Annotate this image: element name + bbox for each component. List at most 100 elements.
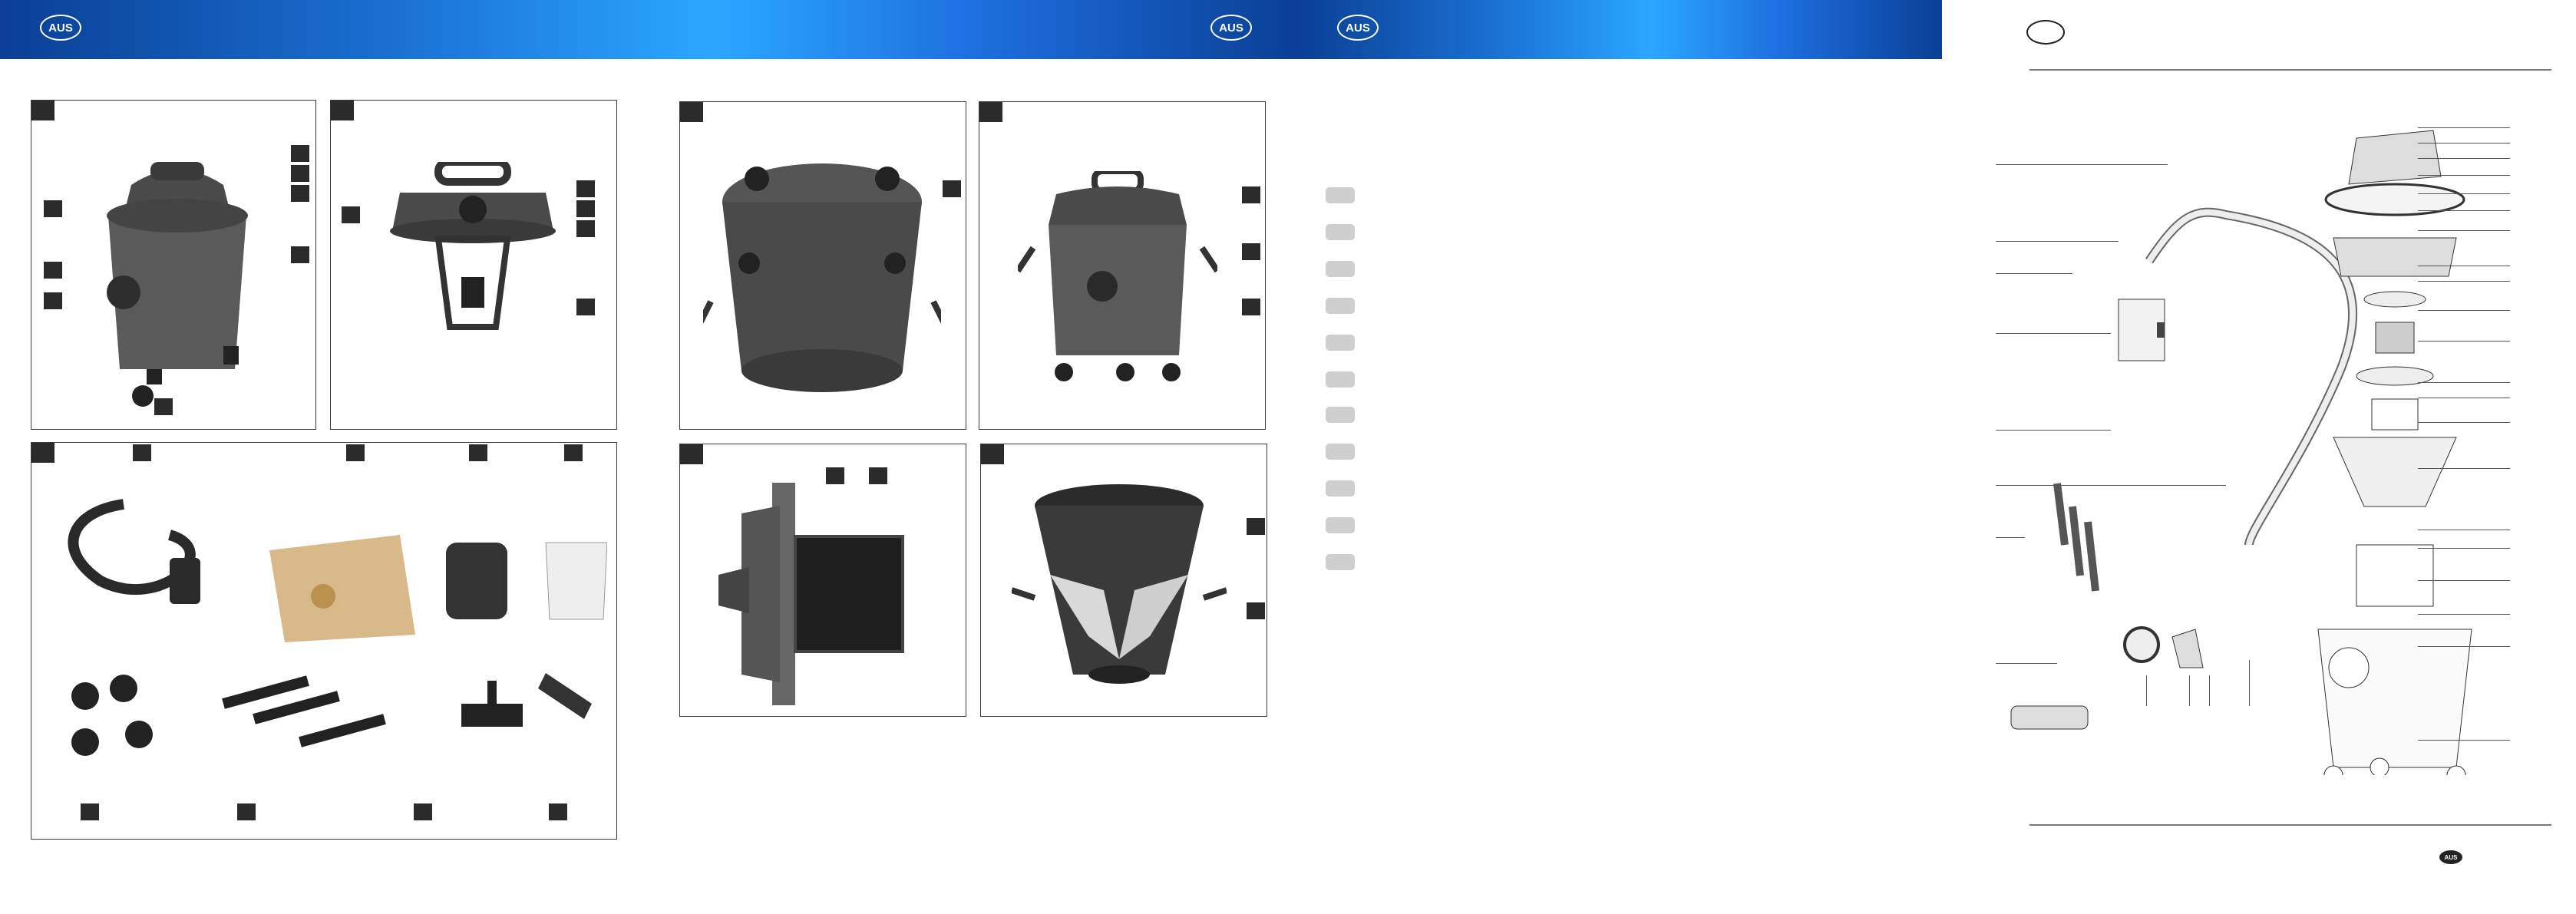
callout-marker	[943, 180, 961, 197]
leader-line	[1996, 537, 2025, 539]
callout-marker	[291, 165, 309, 182]
leader-line	[2418, 341, 2510, 342]
callout-marker	[291, 145, 309, 162]
figure-panel	[679, 101, 966, 430]
country-badge: AUS	[40, 15, 81, 41]
motor-head-top-icon	[703, 163, 941, 392]
leader-line	[1996, 663, 2057, 665]
callout-marker	[576, 200, 595, 217]
callout-marker	[1242, 243, 1260, 260]
leader-line	[2418, 646, 2510, 648]
legend-pill	[1326, 298, 1355, 314]
legend-pill	[1326, 187, 1355, 203]
callout-marker	[414, 803, 432, 820]
callout-marker	[291, 246, 309, 263]
callout-marker	[564, 444, 583, 461]
figure-marker	[981, 444, 1004, 464]
leader-line	[2249, 660, 2251, 706]
callout-marker	[826, 467, 844, 484]
figure-panel	[330, 100, 617, 430]
legend-pill	[1326, 371, 1355, 388]
motor-head-icon	[390, 162, 556, 330]
figure-marker	[331, 101, 354, 120]
leader-line	[2418, 127, 2510, 129]
figure-marker	[31, 101, 54, 120]
country-badge: AUS	[1210, 15, 1252, 41]
figure-panel	[679, 444, 966, 717]
language-oval	[2026, 20, 2065, 45]
country-badge: AUS	[2439, 850, 2462, 864]
leader-line	[2209, 675, 2211, 706]
callout-marker	[576, 220, 595, 237]
callout-marker	[346, 444, 365, 461]
leader-line	[2418, 310, 2510, 312]
leader-line	[2418, 175, 2510, 177]
figure-marker	[979, 102, 1002, 122]
legend-pill	[1326, 335, 1355, 351]
exploded-diagram-icon	[2010, 130, 2472, 775]
wet-dry-vacuum-icon	[1018, 171, 1217, 381]
header-banner-right	[1297, 0, 1942, 59]
legend-pill	[1326, 444, 1355, 460]
leader-line	[2418, 143, 2510, 144]
callout-marker	[1242, 186, 1260, 203]
leader-line	[1996, 241, 2119, 243]
foam-filter-icon	[718, 483, 904, 705]
bottom-rule	[2029, 824, 2551, 826]
tank-bag-icon	[1012, 484, 1227, 684]
leader-line	[2418, 422, 2510, 424]
legend-pill	[1326, 554, 1355, 570]
callout-marker	[469, 444, 487, 461]
leader-line	[1996, 273, 2072, 275]
legend-pill	[1326, 480, 1355, 497]
callout-marker	[44, 262, 62, 279]
leader-line	[2418, 548, 2510, 549]
leader-line	[1996, 164, 2168, 166]
callout-marker	[291, 185, 309, 202]
leader-line	[2418, 580, 2510, 582]
figure-marker	[680, 102, 703, 122]
callout-marker	[1247, 602, 1265, 619]
callout-marker	[237, 803, 256, 820]
accessories-icon	[68, 499, 607, 756]
leader-line	[2189, 675, 2191, 706]
leader-line	[2418, 382, 2510, 384]
leader-line	[2418, 158, 2510, 160]
leader-line	[2418, 210, 2510, 212]
leader-line	[1996, 485, 2226, 487]
leader-line	[2418, 281, 2510, 282]
leader-line	[2146, 675, 2148, 706]
legend-pill	[1326, 517, 1355, 533]
callout-marker	[81, 803, 99, 820]
wet-dry-vacuum-icon	[107, 162, 248, 407]
header-banner-left	[0, 0, 1297, 59]
callout-marker	[576, 299, 595, 315]
country-badge: AUS	[1337, 15, 1379, 41]
callout-marker	[44, 200, 62, 217]
legend-pill	[1326, 407, 1355, 423]
callout-marker	[342, 206, 360, 223]
callout-marker	[576, 180, 595, 197]
callout-marker	[549, 803, 567, 820]
legend-pill	[1326, 261, 1355, 277]
figure-marker	[680, 444, 703, 464]
leader-line	[2418, 468, 2510, 470]
leader-line	[2418, 740, 2510, 741]
legend-pill	[1326, 224, 1355, 240]
callout-marker	[133, 444, 151, 461]
callout-marker	[154, 398, 173, 415]
leader-line	[2418, 614, 2510, 615]
leader-line	[2418, 193, 2510, 195]
figure-panel	[979, 101, 1266, 430]
leader-line	[2418, 230, 2510, 232]
callout-marker	[1247, 518, 1265, 535]
figure-panel	[31, 100, 316, 430]
figure-marker	[31, 443, 54, 463]
figure-panel	[31, 442, 617, 840]
figure-panel	[980, 444, 1267, 717]
callout-marker	[1242, 299, 1260, 315]
callout-marker	[869, 467, 887, 484]
leader-line	[1996, 430, 2111, 431]
leader-line	[1996, 333, 2111, 335]
callout-marker	[44, 292, 62, 309]
